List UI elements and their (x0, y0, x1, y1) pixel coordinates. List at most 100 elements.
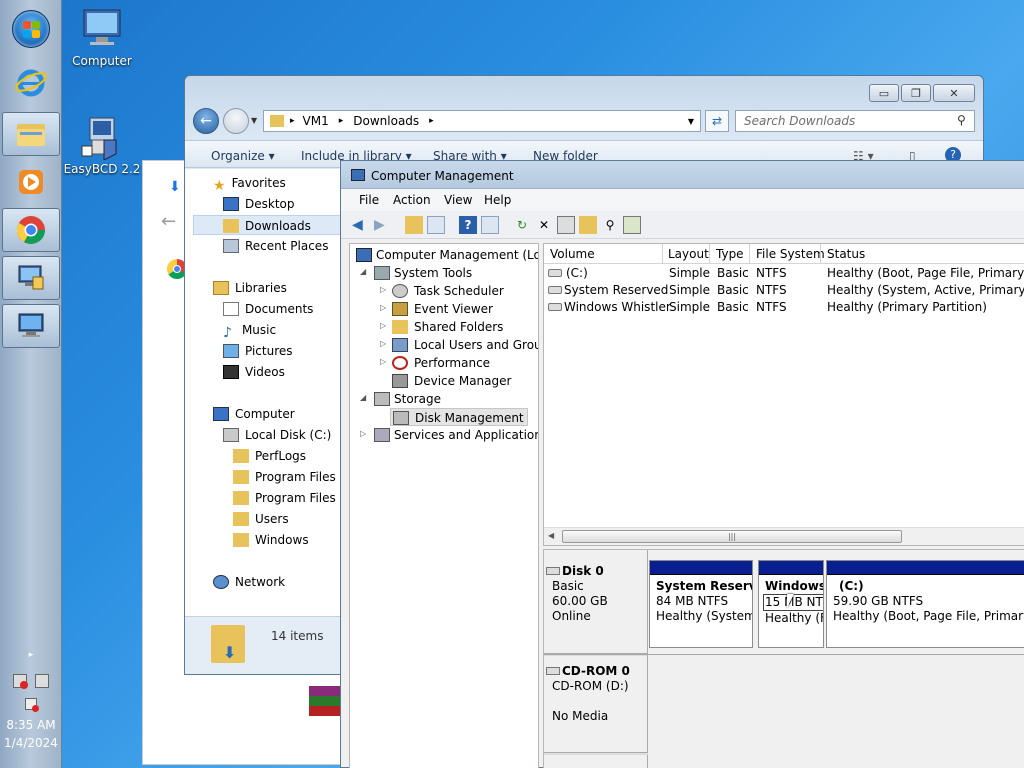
address-dropdown-icon[interactable]: ▼ (688, 117, 694, 126)
action-center-flag-icon[interactable] (13, 674, 28, 689)
nav-videos[interactable]: Videos (223, 362, 285, 382)
tree-shared-folders[interactable]: Shared Folders (392, 318, 503, 336)
expand-arrow-icon[interactable]: ▷ (360, 429, 366, 438)
nav-network[interactable]: Network (213, 572, 285, 592)
download-icon[interactable]: ⬇ (169, 179, 181, 195)
expand-arrow-icon[interactable]: ▷ (380, 321, 386, 330)
breadcrumb-downloads[interactable]: Downloads (353, 114, 419, 128)
back-button[interactable]: ← (193, 108, 219, 134)
refresh-button[interactable]: ⇄ (705, 110, 729, 132)
volume-row[interactable]: System Reserved Simple Basic NTFS Health… (544, 282, 1024, 299)
menu-help[interactable]: Help (484, 193, 511, 207)
column-layout[interactable]: Layout (668, 247, 709, 261)
horizontal-scrollbar[interactable]: ◀ ||| (544, 527, 1024, 545)
tree-system-tools[interactable]: System Tools (374, 264, 472, 282)
organize-button[interactable]: Organize ▾ (211, 149, 275, 163)
help-icon[interactable]: ? (459, 216, 477, 234)
show-hide-tree-icon[interactable] (427, 216, 445, 234)
show-hidden-icons-arrow[interactable]: ▸ (0, 650, 62, 660)
menu-view[interactable]: View (444, 193, 472, 207)
taskbar-chrome[interactable] (2, 208, 60, 252)
properties-icon[interactable] (557, 216, 575, 234)
network-icon[interactable] (35, 674, 49, 688)
nav-perflogs[interactable]: PerfLogs (233, 446, 306, 466)
nav-windows[interactable]: Windows (233, 530, 309, 550)
cdrom-label[interactable]: CD-ROM 0 CD-ROM (D:) No Media (544, 664, 648, 724)
nav-libraries[interactable]: Libraries (213, 278, 287, 298)
desktop-icon-computer[interactable]: Computer (62, 8, 142, 68)
address-bar[interactable]: ▸ VM1 ▸ Downloads ▸ ▼ (263, 110, 701, 132)
minimize-button[interactable]: ▭ (869, 84, 899, 102)
show-action-pane-icon[interactable] (481, 216, 499, 234)
clock-date[interactable]: 1/4/2024 (0, 736, 62, 750)
volume-row[interactable]: (C:) Simple Basic NTFS Healthy (Boot, Pa… (544, 265, 1024, 282)
partition-c[interactable]: (C:) 59.90 GB NTFS Healthy (Boot, Page Fil… (826, 560, 1024, 648)
collapse-arrow-icon[interactable]: ◢ (360, 393, 366, 402)
volume-muted-icon[interactable] (0, 698, 62, 713)
disk0-label[interactable]: Disk 0 Basic 60.00 GB Online (544, 564, 648, 624)
expand-arrow-icon[interactable]: ▷ (380, 303, 386, 312)
start-button[interactable] (12, 10, 50, 48)
expand-arrow-icon[interactable]: ▷ (380, 285, 386, 294)
taskbar-explorer[interactable] (2, 112, 60, 156)
nav-program-files[interactable]: Program Files (233, 467, 336, 487)
column-status[interactable]: Status (827, 247, 865, 261)
nav-pictures[interactable]: Pictures (223, 341, 293, 361)
nav-music[interactable]: ♪ Music (223, 320, 276, 341)
tree-local-users[interactable]: Local Users and Groups (392, 336, 538, 354)
taskbar-computer-management[interactable] (2, 256, 60, 300)
partition-system-reserved[interactable]: System Reserved84 MB NTFSHealthy (System… (649, 560, 753, 648)
nav-favorites[interactable]: ★ Favorites (213, 173, 286, 194)
back-arrow-icon[interactable]: ◀ (351, 216, 369, 234)
tree-device-manager[interactable]: Device Manager (392, 372, 511, 390)
forward-button[interactable] (223, 108, 249, 134)
title-bar[interactable]: Computer Management (341, 161, 1024, 189)
nav-program-files-x86[interactable]: Program Files (x8 (233, 488, 341, 508)
taskbar-remote-desktop[interactable] (2, 304, 60, 348)
search-icon[interactable]: ⚲ (957, 113, 966, 127)
tree-disk-management[interactable]: Disk Management (390, 408, 528, 426)
tree-services-applications[interactable]: Services and Applications (374, 426, 538, 444)
tree-task-scheduler[interactable]: Task Scheduler (392, 282, 504, 300)
scroll-left-arrow-icon[interactable]: ◀ (548, 531, 554, 540)
column-file-system[interactable]: File System (756, 247, 825, 261)
find-icon[interactable]: ⚲ (601, 216, 619, 234)
nav-desktop[interactable]: Desktop (223, 194, 295, 214)
search-input[interactable]: Search Downloads (735, 110, 975, 132)
taskbar-internet-explorer[interactable] (2, 60, 60, 104)
nav-documents[interactable]: Documents (223, 299, 313, 319)
nav-users[interactable]: Users (233, 509, 289, 529)
menu-file[interactable]: File (359, 193, 379, 207)
forward-arrow-icon[interactable]: ▶ (373, 216, 391, 234)
back-arrow-icon[interactable]: ← (161, 211, 176, 232)
breadcrumb-vm1[interactable]: VM1 (303, 114, 329, 128)
nav-computer[interactable]: Computer (213, 404, 295, 424)
tree-event-viewer[interactable]: Event Viewer (392, 300, 493, 318)
menu-action[interactable]: Action (393, 193, 431, 207)
recent-pages-chevron-icon[interactable]: ▼ (251, 116, 257, 125)
nav-local-disk[interactable]: Local Disk (C:) (223, 425, 331, 445)
column-volume[interactable]: Volume (550, 247, 595, 261)
open-folder-icon[interactable] (579, 216, 597, 234)
refresh-icon[interactable]: ↻ (513, 216, 531, 234)
expand-arrow-icon[interactable]: ▷ (380, 357, 386, 366)
settings-icon[interactable] (623, 216, 641, 234)
tree-performance[interactable]: Performance (392, 354, 490, 372)
clock-time[interactable]: 8:35 AM (0, 718, 62, 732)
scrollbar-thumb[interactable]: ||| (562, 530, 902, 543)
tree-root[interactable]: Computer Management (Local (356, 246, 538, 264)
delete-icon[interactable]: ✕ (535, 216, 553, 234)
volume-row[interactable]: Windows Whistler Simple Basic NTFS Healt… (544, 299, 1024, 316)
column-type[interactable]: Type (716, 247, 744, 261)
close-button[interactable]: ✕ (933, 84, 975, 102)
up-folder-icon[interactable] (405, 216, 423, 234)
maximize-button[interactable]: ❐ (901, 84, 931, 102)
desktop-icon-easybcd[interactable]: EasyBCD 2.2 (62, 116, 142, 176)
winrar-icon[interactable] (309, 686, 341, 716)
nav-downloads[interactable]: Downloads (193, 215, 341, 235)
nav-recent-places[interactable]: Recent Places (223, 236, 328, 256)
taskbar-media-player[interactable] (2, 160, 60, 204)
collapse-arrow-icon[interactable]: ◢ (360, 267, 366, 276)
expand-arrow-icon[interactable]: ▷ (380, 339, 386, 348)
tree-storage[interactable]: Storage (374, 390, 441, 408)
